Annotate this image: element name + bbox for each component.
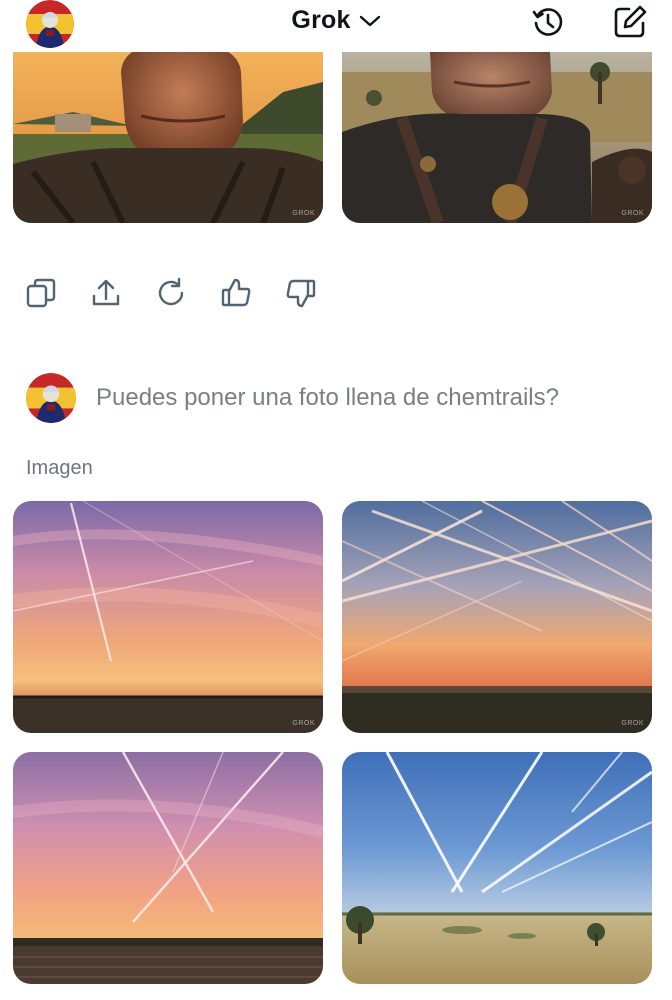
image-content [13,52,323,223]
image-content [13,752,323,984]
thumbs-down-icon[interactable] [284,276,318,310]
watermark: GROK [621,210,644,217]
generated-image-chemtrails-2[interactable]: GROK [342,501,652,733]
page-title: Grok [291,6,351,34]
image-content [342,52,652,223]
watermark: GROK [621,720,644,727]
generated-image-gladiator-2[interactable]: GROK [342,52,652,223]
user-avatar[interactable] [26,373,76,423]
image-content [13,501,323,733]
response-type-label: Imagen [26,457,93,479]
watermark: GROK [292,720,315,727]
image-content [342,501,652,733]
thumbs-up-icon[interactable] [219,276,253,310]
regenerate-icon[interactable] [154,276,188,310]
generated-image-chemtrails-3[interactable] [13,752,323,984]
model-selector[interactable]: Grok [0,6,672,35]
top-bar: Grok [0,0,672,48]
share-icon[interactable] [89,276,123,310]
watermark: GROK [292,210,315,217]
generated-image-gladiator-1[interactable]: GROK [13,52,323,223]
generated-image-chemtrails-1[interactable]: GROK [13,501,323,733]
generated-image-chemtrails-4[interactable] [342,752,652,984]
history-icon[interactable] [530,4,566,40]
copy-icon[interactable] [24,276,58,310]
user-message: Puedes poner una foto llena de chemtrail… [96,384,559,411]
avatar-image [26,373,76,423]
edit-icon[interactable] [612,4,648,40]
image-content [342,752,652,984]
chevron-down-icon [359,15,380,26]
